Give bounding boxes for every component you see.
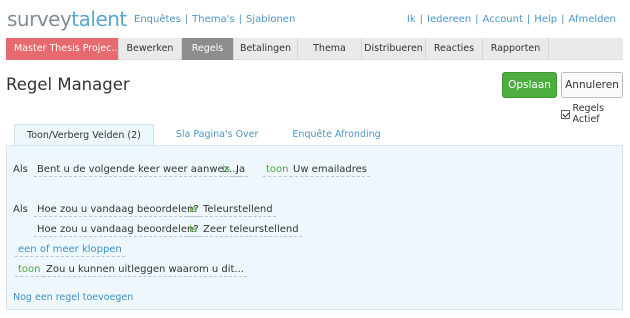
tab-sla-paginas-over[interactable]: Sla Pagina's Over — [164, 124, 271, 146]
rule-2-target[interactable]: Zou u kunnen uitleggen waarom u dit... — [43, 263, 247, 277]
rule-2-cond-1-answer[interactable]: Teleurstellend — [200, 203, 276, 217]
rule-2-if-label: Als — [13, 204, 28, 215]
nav-link-afmelden[interactable]: Afmelden — [568, 14, 616, 25]
rules-active-toggle[interactable]: Regels Actief — [561, 103, 630, 125]
rule-1-target[interactable]: Uw emailadres — [290, 163, 370, 177]
main-nav-filler — [549, 38, 623, 59]
brand-logo[interactable]: surveytalent — [7, 7, 127, 31]
rule-tabs: Toon/Verberg Velden (2) Sla Pagina's Ove… — [14, 124, 393, 146]
add-rule-link[interactable]: Nog een regel toevoegen — [13, 291, 133, 305]
page-title: Regel Manager — [6, 75, 130, 94]
top-nav-right: Ik | Iedereen | Account | Help | Afmelden — [406, 14, 616, 25]
rule-1-if-label: Als — [13, 164, 28, 175]
brand-part1: survey — [7, 7, 72, 31]
rule-2-cond-2-answer[interactable]: Zeer teleurstellend — [200, 223, 302, 237]
nav-link-sjablonen[interactable]: Sjablonen — [246, 14, 295, 25]
nav-tab-thema[interactable]: Thema — [298, 38, 362, 60]
nav-link-help[interactable]: Help — [534, 14, 557, 25]
nav-tab-reacties[interactable]: Reacties — [426, 38, 483, 60]
rule-1-action[interactable]: toon — [263, 163, 292, 177]
rule-1-answer[interactable]: Ja — [233, 163, 249, 177]
save-button[interactable]: Opslaan — [502, 72, 557, 98]
rule-1-question[interactable]: Bent u de volgende keer weer aanwez... — [34, 163, 242, 177]
nav-link-themas[interactable]: Thema's — [192, 14, 234, 25]
rule-2-cond-2-question[interactable]: Hoe zou u vandaag beoordelen? — [34, 223, 202, 237]
rule-2-action[interactable]: toon — [15, 263, 44, 277]
nav-tab-regels[interactable]: Regels — [182, 38, 234, 60]
nav-link-enquetes[interactable]: Enquêtes — [134, 14, 181, 25]
nav-tab-rapporten[interactable]: Rapporten — [483, 38, 549, 60]
rule-2-cond-1-question[interactable]: Hoe zou u vandaag beoordelen? — [34, 203, 202, 217]
brand-part2: talent — [71, 7, 127, 31]
nav-link-account[interactable]: Account — [483, 14, 523, 25]
nav-tab-betalingen[interactable]: Betalingen — [234, 38, 298, 60]
rule-2-combinator[interactable]: een of meer kloppen — [15, 243, 125, 257]
rule-2-cond-2-operator[interactable]: is — [186, 223, 200, 237]
rules-active-label: Regels Actief — [572, 103, 605, 125]
tab-enquete-afronding[interactable]: Enquête Afronding — [280, 124, 392, 146]
nav-link-iedereen[interactable]: Iedereen — [427, 14, 471, 25]
rules-active-checkbox[interactable] — [561, 109, 570, 119]
top-nav-left: Enquêtes | Thema's | Sjablonen — [134, 14, 296, 25]
main-nav: Master Thesis Projec... Bewerken Regels … — [6, 38, 623, 60]
rule-1-operator[interactable]: is — [219, 163, 233, 177]
nav-tab-distribueren[interactable]: Distribueren — [362, 38, 426, 60]
nav-tab-bewerken[interactable]: Bewerken — [119, 38, 182, 60]
cancel-button[interactable]: Annuleren — [561, 72, 623, 98]
nav-link-ik[interactable]: Ik — [407, 14, 416, 25]
project-title-tab[interactable]: Master Thesis Projec... — [6, 38, 119, 60]
rule-2-cond-1-operator[interactable]: is — [186, 203, 200, 217]
tab-toon-verberg[interactable]: Toon/Verberg Velden (2) — [14, 124, 154, 146]
